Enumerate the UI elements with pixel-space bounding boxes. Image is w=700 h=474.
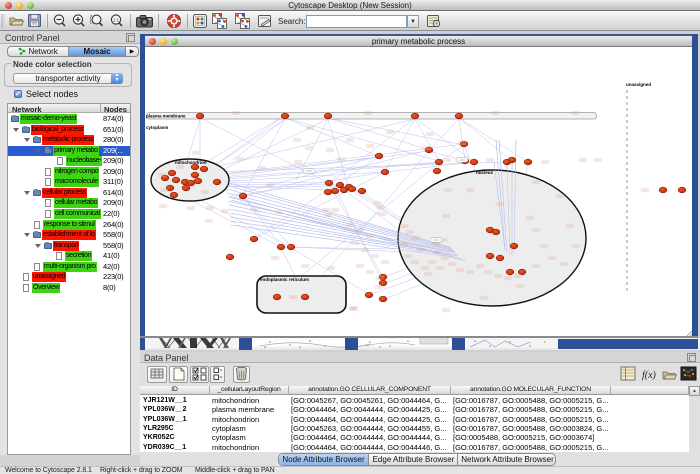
svg-text:plasma membrane: plasma membrane xyxy=(146,114,186,119)
svg-text:cytoplasm: cytoplasm xyxy=(146,125,168,130)
svg-text:f(x): f(x) xyxy=(642,370,657,381)
svg-text:1:1: 1:1 xyxy=(113,17,120,22)
svg-text:unassigned: unassigned xyxy=(626,82,651,87)
svg-text:mitochondrion: mitochondrion xyxy=(175,160,207,165)
svg-text:nucleus: nucleus xyxy=(476,170,494,175)
svg-text:endoplasmic reticulum: endoplasmic reticulum xyxy=(260,277,309,282)
